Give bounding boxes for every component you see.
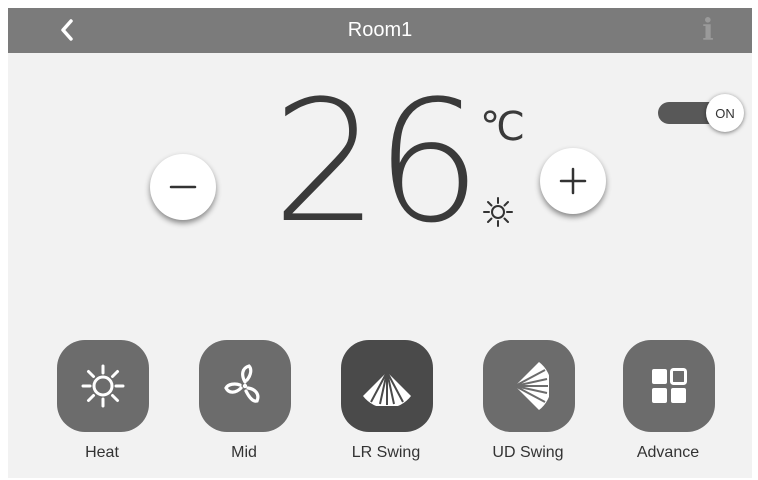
- header-bar: Room1 i: [8, 8, 752, 53]
- info-icon: i: [702, 13, 714, 48]
- sun-icon: [81, 364, 125, 408]
- plus-icon: [559, 167, 587, 195]
- heat-label: Heat: [85, 444, 119, 461]
- advance-button[interactable]: [623, 340, 715, 432]
- fan-speed-button[interactable]: [199, 340, 291, 432]
- lr-swing-icon: [363, 371, 411, 406]
- ud-swing-button[interactable]: [483, 340, 575, 432]
- advance-label: Advance: [636, 444, 700, 461]
- ud-swing-label: UD Swing: [492, 444, 564, 461]
- heat-button[interactable]: [57, 340, 149, 432]
- function-lr-swing: LR Swing: [336, 340, 436, 470]
- grid-icon: [652, 368, 687, 403]
- function-ud-swing: UD Swing: [478, 340, 578, 470]
- lr-swing-button[interactable]: [341, 340, 433, 432]
- power-toggle[interactable]: ON: [658, 94, 744, 132]
- ud-swing-icon: [514, 362, 549, 410]
- function-mid: Mid: [194, 340, 294, 470]
- power-state-label: ON: [715, 105, 735, 121]
- room-title: Room1: [347, 19, 413, 41]
- lr-swing-label: LR Swing: [351, 444, 421, 461]
- function-heat: Heat: [52, 340, 152, 470]
- increase-temp-button[interactable]: [540, 148, 606, 214]
- thermostat-panel: Room1 i 26 ℃ ON Heat Mid LR Swing UD Swi…: [8, 8, 752, 478]
- function-advance: Advance: [618, 340, 718, 470]
- fan-speed-label: Mid: [231, 444, 257, 461]
- info-button[interactable]: i: [696, 15, 720, 47]
- minus-icon: [169, 185, 197, 189]
- toggle-knob: ON: [706, 94, 744, 132]
- temperature-unit: ℃: [480, 104, 525, 150]
- decrease-temp-button[interactable]: [150, 154, 216, 220]
- sun-icon: [483, 197, 513, 227]
- fan-icon: [224, 364, 260, 403]
- temperature-value: 26: [272, 64, 482, 260]
